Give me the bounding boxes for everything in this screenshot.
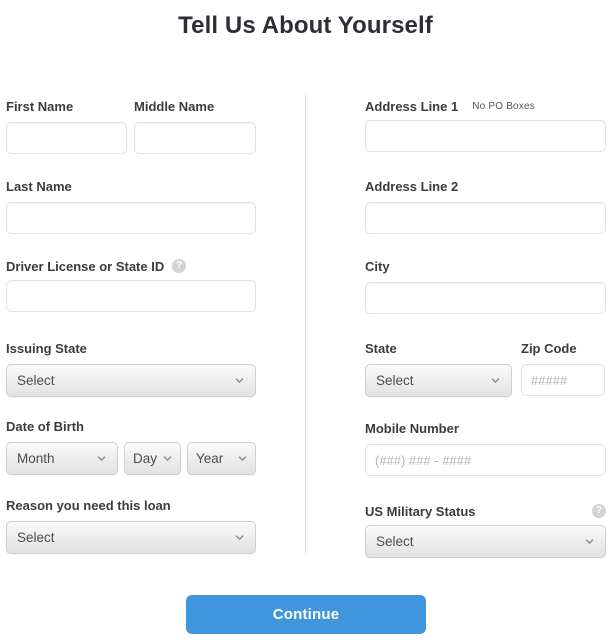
chevron-down-icon	[235, 377, 244, 383]
field-driver-license: Driver License or State ID ?	[6, 258, 256, 312]
chevron-down-icon	[491, 377, 500, 383]
question-mark-icon[interactable]: ?	[172, 259, 187, 273]
zip-code-input[interactable]	[521, 364, 605, 396]
military-status-label-row: US Military Status ?	[365, 503, 606, 519]
military-status-value: Select	[376, 534, 414, 549]
field-city: City	[365, 258, 606, 314]
military-status-select[interactable]: Select	[365, 525, 606, 558]
birth-day-value: Day	[133, 451, 158, 466]
birth-year-select[interactable]: Year	[187, 442, 256, 475]
middle-name-input[interactable]	[134, 122, 256, 154]
field-address-line-2: Address Line 2	[365, 178, 606, 234]
column-divider	[305, 95, 306, 553]
state-label: State	[365, 341, 397, 356]
page-title: Tell Us About Yourself	[178, 12, 433, 39]
city-label: City	[365, 259, 390, 274]
field-last-name: Last Name	[6, 178, 256, 234]
state-select[interactable]: Select	[365, 364, 512, 397]
field-address-line-1: Address Line 1 No PO Boxes	[365, 98, 606, 152]
address-line-1-label-row: Address Line 1 No PO Boxes	[365, 98, 606, 114]
zip-code-label: Zip Code	[521, 341, 577, 356]
city-input[interactable]	[365, 282, 606, 314]
loan-reason-label: Reason you need this loan	[6, 498, 171, 513]
chevron-down-icon	[585, 538, 594, 544]
date-of-birth-row: Month Day Year	[6, 436, 256, 475]
address-line-1-label: Address Line 1	[365, 98, 459, 114]
field-mobile-number: Mobile Number	[365, 420, 606, 476]
question-mark-icon[interactable]: ?	[592, 504, 606, 518]
birth-month-value: Month	[17, 451, 55, 466]
birth-day-select[interactable]: Day	[124, 442, 181, 475]
last-name-label: Last Name	[6, 179, 72, 194]
loan-reason-value: Select	[17, 530, 55, 545]
field-state: State Select	[365, 340, 512, 397]
address-line-2-label: Address Line 2	[365, 179, 459, 194]
field-middle-name: Middle Name	[134, 98, 256, 154]
issuing-state-label: Issuing State	[6, 341, 87, 356]
driver-license-label: Driver License or State ID	[6, 258, 165, 274]
loan-reason-select[interactable]: Select	[6, 521, 256, 554]
middle-name-label: Middle Name	[134, 99, 215, 114]
driver-license-label-row: Driver License or State ID ?	[6, 258, 256, 274]
first-name-label: First Name	[6, 99, 74, 114]
continue-button[interactable]: Continue	[186, 595, 426, 634]
chevron-down-icon	[97, 455, 106, 461]
field-military-status: US Military Status ? Select	[365, 503, 606, 558]
military-status-label: US Military Status	[365, 503, 476, 519]
date-of-birth-label: Date of Birth	[6, 419, 84, 434]
address-line-1-hint: No PO Boxes	[472, 100, 535, 112]
field-first-name: First Name	[6, 98, 127, 154]
field-loan-reason: Reason you need this loan Select	[6, 497, 256, 554]
address-line-1-input[interactable]	[365, 120, 606, 152]
field-issuing-state: Issuing State Select	[6, 340, 256, 397]
birth-year-value: Year	[196, 451, 224, 466]
chevron-down-icon	[238, 455, 247, 461]
mobile-number-input[interactable]	[365, 444, 606, 476]
issuing-state-select[interactable]: Select	[6, 364, 256, 397]
birth-month-select[interactable]: Month	[6, 442, 118, 475]
last-name-input[interactable]	[6, 202, 256, 234]
state-value: Select	[376, 373, 414, 388]
form-page: Tell Us About Yourself First Name Middle…	[0, 0, 611, 643]
chevron-down-icon	[163, 455, 172, 461]
first-name-input[interactable]	[6, 122, 127, 154]
field-zip-code: Zip Code	[521, 340, 605, 396]
field-date-of-birth: Date of Birth Month Day Year	[6, 418, 256, 475]
address-line-2-input[interactable]	[365, 202, 606, 234]
issuing-state-value: Select	[17, 373, 55, 388]
driver-license-input[interactable]	[6, 280, 256, 312]
mobile-number-label: Mobile Number	[365, 421, 459, 436]
chevron-down-icon	[235, 534, 244, 540]
